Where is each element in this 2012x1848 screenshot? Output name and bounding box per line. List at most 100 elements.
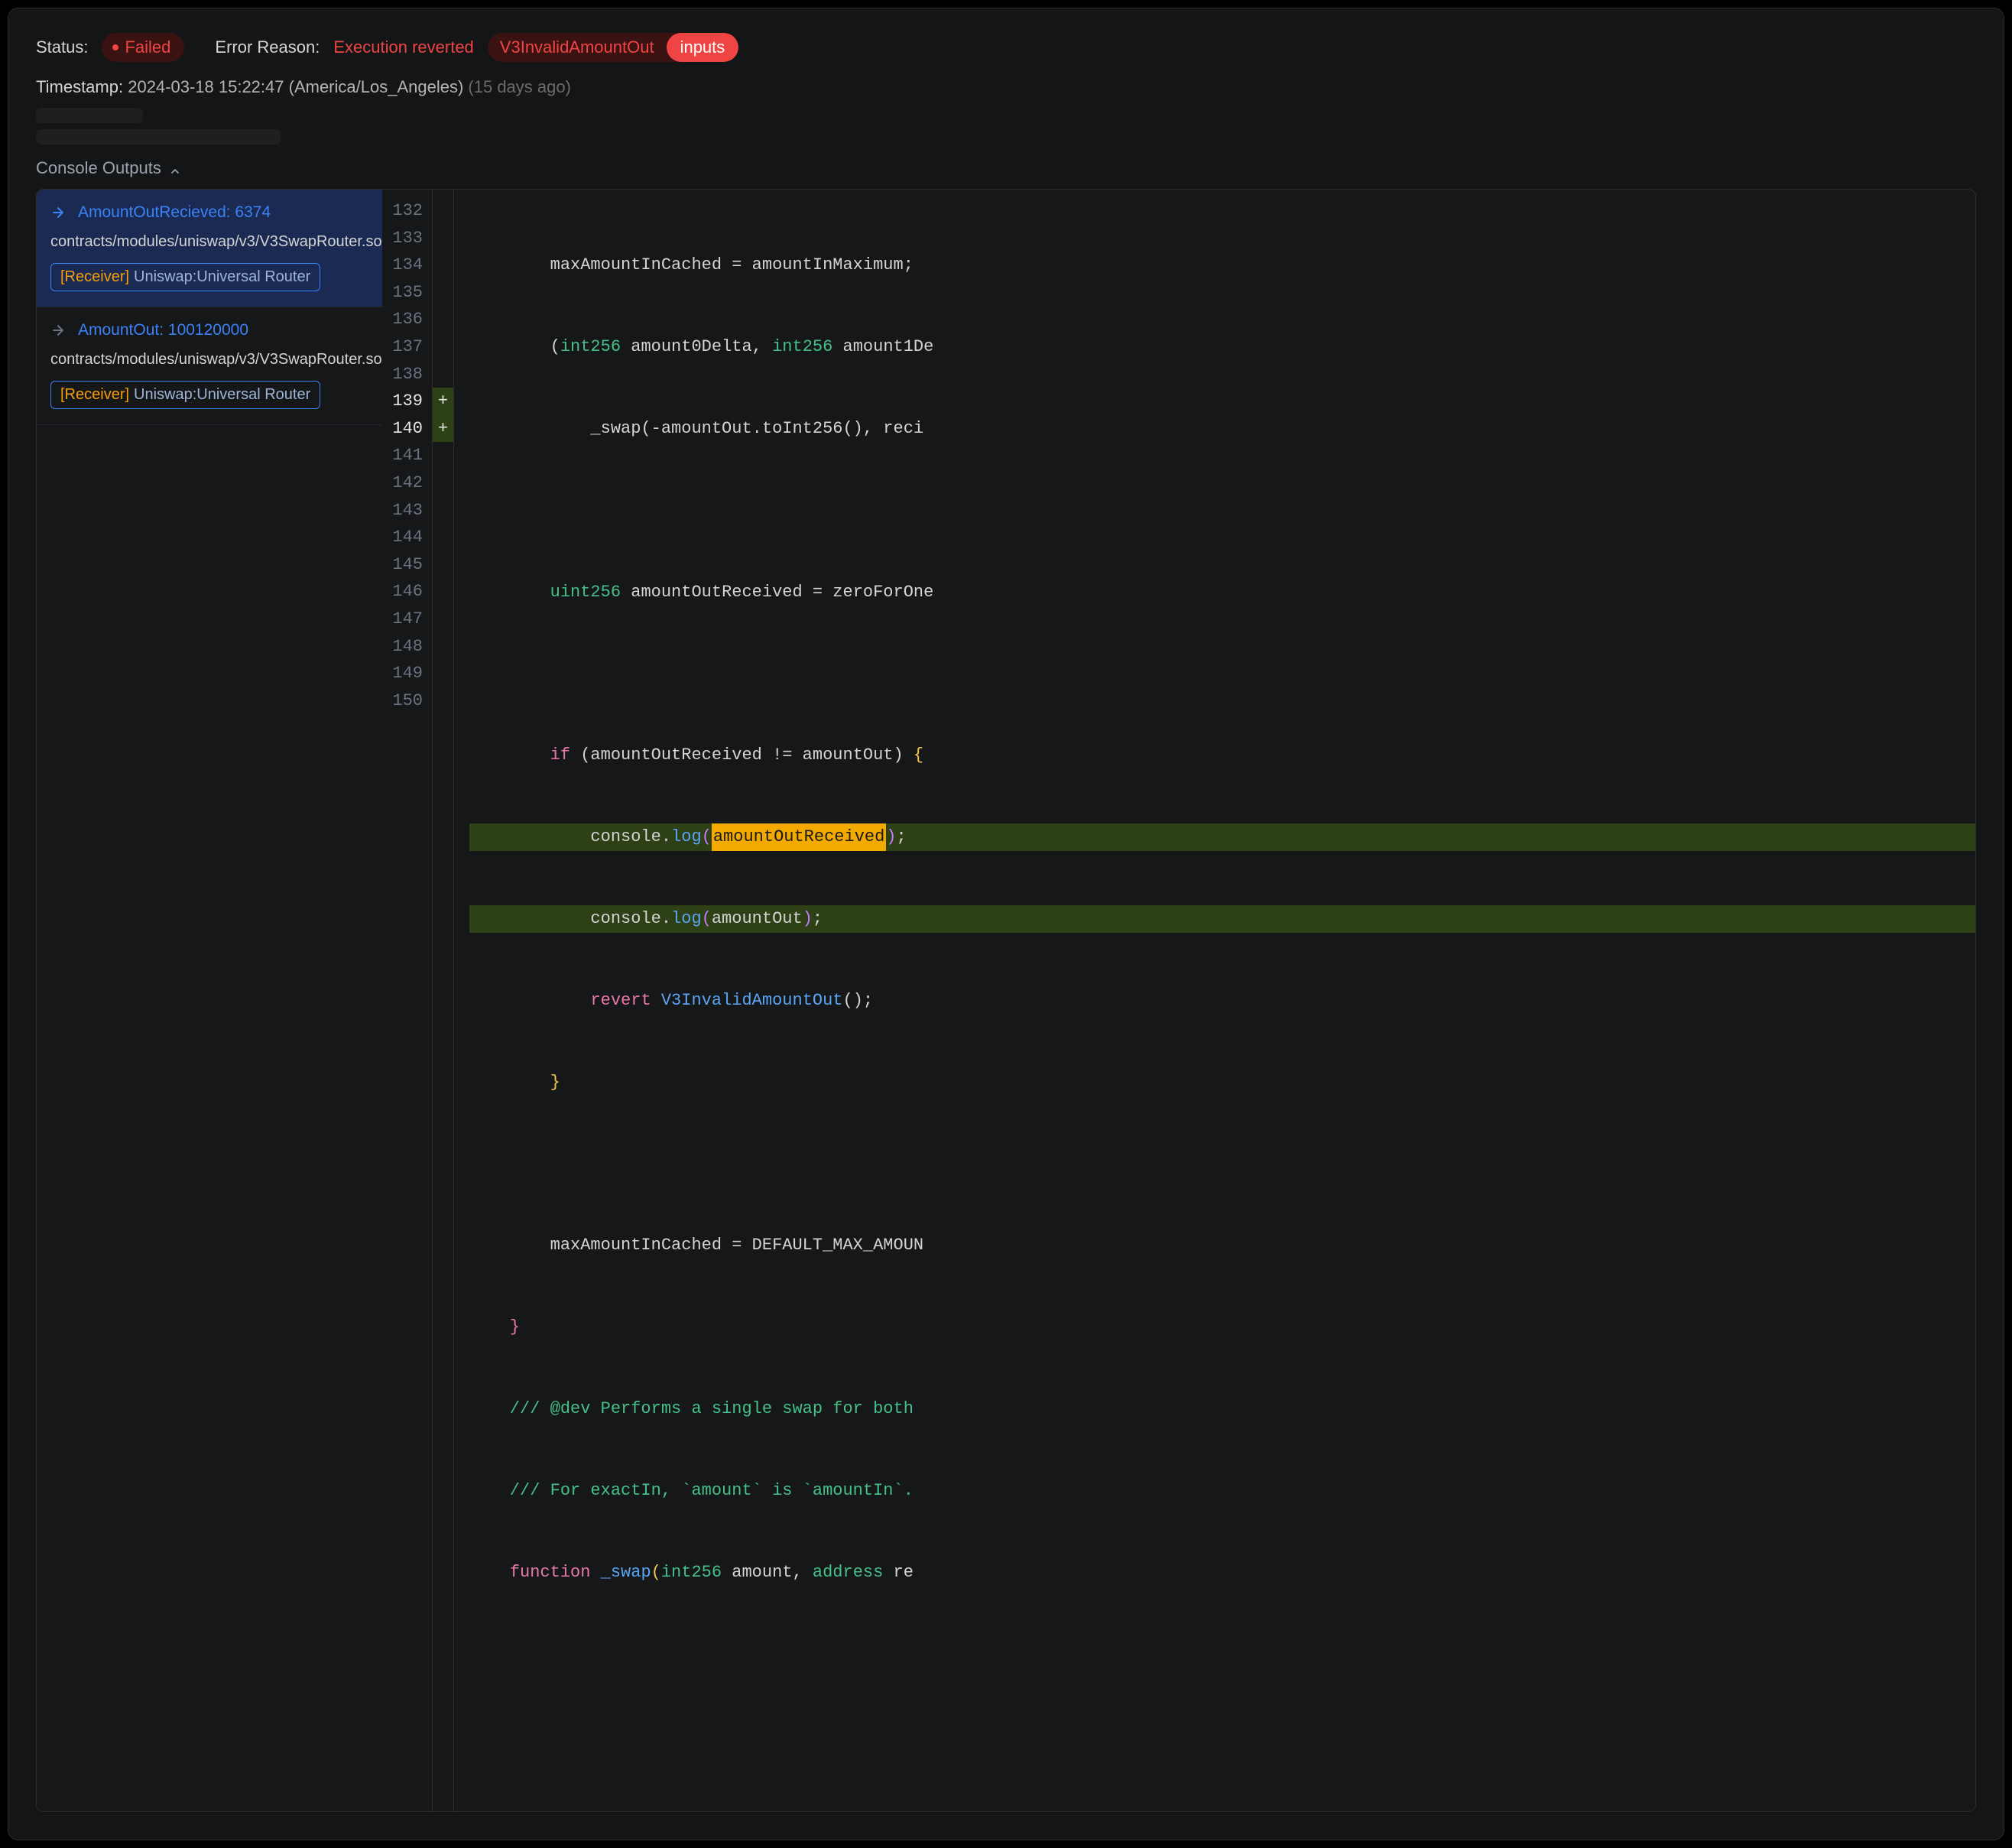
code-line — [469, 1722, 1975, 1749]
status-row: Status: Failed Error Reason: Execution r… — [36, 33, 1976, 62]
diff-mark — [433, 497, 453, 525]
line-number: 136 — [390, 306, 423, 333]
code-line-added: console.log(amountOutReceived); — [469, 823, 1975, 851]
code-line — [469, 660, 1975, 687]
line-number: 135 — [390, 279, 423, 307]
diff-mark — [433, 687, 453, 715]
error-name: V3InvalidAmountOut — [488, 33, 667, 62]
error-pill: V3InvalidAmountOut inputs — [488, 33, 739, 62]
diff-mark — [433, 551, 453, 579]
chevron-up-icon — [169, 162, 181, 174]
diff-mark — [433, 606, 453, 633]
arrow-right-icon — [50, 205, 66, 220]
receiver-tag: [Receiver] — [60, 386, 129, 404]
timestamp-row: Timestamp: 2024-03-18 15:22:47 (America/… — [36, 77, 1976, 97]
receiver-badge[interactable]: [Receiver] Uniswap:Universal Router — [50, 381, 320, 409]
code-line: if (amountOutReceived != amountOut) { — [469, 742, 1975, 769]
receiver-badge[interactable]: [Receiver] Uniswap:Universal Router — [50, 263, 320, 291]
line-number: 137 — [390, 333, 423, 361]
output-title-row: AmountOut: 100120000 — [50, 321, 368, 339]
diff-mark — [433, 279, 453, 307]
code-line: function _swap(int256 amount, address re — [469, 1559, 1975, 1587]
receiver-tag: [Receiver] — [60, 268, 129, 286]
status-label: Status: — [36, 37, 88, 57]
redacted-block — [36, 108, 1976, 145]
output-path: contracts/modules/uniswap/v3/V3SwapRoute… — [50, 231, 368, 252]
line-number: 139 — [390, 388, 423, 415]
line-number: 145 — [390, 551, 423, 579]
code-lines[interactable]: maxAmountInCached = amountInMaximum; (in… — [454, 190, 1975, 1811]
diff-mark — [433, 524, 453, 551]
line-number: 144 — [390, 524, 423, 551]
code-line — [469, 1151, 1975, 1178]
inputs-button[interactable]: inputs — [667, 33, 739, 62]
output-title: AmountOutRecieved: 6374 — [78, 203, 271, 222]
code-line: } — [469, 1069, 1975, 1096]
code-line: } — [469, 1314, 1975, 1341]
diff-mark — [433, 306, 453, 333]
status-dot-icon — [112, 44, 118, 50]
line-number: 146 — [390, 578, 423, 606]
error-reason-label: Error Reason: — [215, 37, 320, 57]
console-output-item[interactable]: AmountOut: 100120000 contracts/modules/u… — [37, 307, 382, 425]
code-line: revert V3InvalidAmountOut(); — [469, 987, 1975, 1015]
output-path: contracts/modules/uniswap/v3/V3SwapRoute… — [50, 349, 368, 370]
diff-gutter: + + — [433, 190, 454, 1811]
diff-mark — [433, 660, 453, 687]
status-badge: Failed — [102, 33, 184, 62]
diff-mark-added: + — [433, 415, 453, 443]
line-gutter: 132 133 134 135 136 137 138 139 140 141 … — [382, 190, 433, 1811]
code-line: uint256 amountOutReceived = zeroForOne — [469, 579, 1975, 606]
diff-mark — [433, 442, 453, 469]
diff-mark — [433, 578, 453, 606]
arrow-right-icon — [50, 323, 66, 338]
highlighted-token: amountOutReceived — [712, 823, 886, 851]
diff-mark — [433, 469, 453, 497]
code-line-added: console.log(amountOut); — [469, 905, 1975, 933]
console-output-item[interactable]: AmountOutRecieved: 6374 contracts/module… — [37, 190, 382, 307]
diff-mark — [433, 225, 453, 252]
code-line: (int256 amount0Delta, int256 amount1De — [469, 333, 1975, 361]
code-line: maxAmountInCached = DEFAULT_MAX_AMOUN — [469, 1232, 1975, 1259]
diff-mark — [433, 197, 453, 225]
output-sidebar: AmountOutRecieved: 6374 contracts/module… — [37, 190, 382, 1811]
diff-mark-added: + — [433, 388, 453, 415]
diff-mark — [433, 333, 453, 361]
receiver-name: Uniswap:Universal Router — [134, 268, 310, 286]
line-number: 150 — [390, 687, 423, 715]
timestamp-label: Timestamp: — [36, 77, 123, 96]
line-number: 132 — [390, 197, 423, 225]
debug-panel: Status: Failed Error Reason: Execution r… — [8, 8, 2004, 1840]
timestamp-relative: (15 days ago) — [468, 77, 571, 96]
console-body: AmountOutRecieved: 6374 contracts/module… — [36, 189, 1976, 1812]
line-number: 148 — [390, 633, 423, 661]
status-value: Failed — [125, 37, 170, 57]
line-number: 141 — [390, 442, 423, 469]
line-number: 143 — [390, 497, 423, 525]
line-number: 133 — [390, 225, 423, 252]
code-line — [469, 1641, 1975, 1668]
diff-mark — [433, 361, 453, 388]
line-number: 142 — [390, 469, 423, 497]
code-viewer: 132 133 134 135 136 137 138 139 140 141 … — [382, 190, 1975, 1811]
diff-mark — [433, 633, 453, 661]
line-number: 149 — [390, 660, 423, 687]
timestamp-value: 2024-03-18 15:22:47 (America/Los_Angeles… — [128, 77, 463, 96]
line-number: 138 — [390, 361, 423, 388]
receiver-name: Uniswap:Universal Router — [134, 386, 310, 404]
redacted-line — [36, 129, 281, 145]
line-number: 147 — [390, 606, 423, 633]
redacted-line — [36, 108, 143, 123]
error-reason-text: Execution reverted — [333, 37, 473, 57]
console-outputs-toggle[interactable]: Console Outputs — [36, 158, 1976, 178]
code-line — [469, 497, 1975, 525]
output-title: AmountOut: 100120000 — [78, 321, 248, 339]
code-line: /// @dev Performs a single swap for both — [469, 1395, 1975, 1423]
diff-mark — [433, 252, 453, 279]
console-outputs-label: Console Outputs — [36, 158, 161, 178]
line-number: 134 — [390, 252, 423, 279]
output-title-row: AmountOutRecieved: 6374 — [50, 203, 368, 222]
code-line: maxAmountInCached = amountInMaximum; — [469, 252, 1975, 279]
line-number: 140 — [390, 415, 423, 443]
code-line: _swap(-amountOut.toInt256(), reci — [469, 415, 1975, 443]
